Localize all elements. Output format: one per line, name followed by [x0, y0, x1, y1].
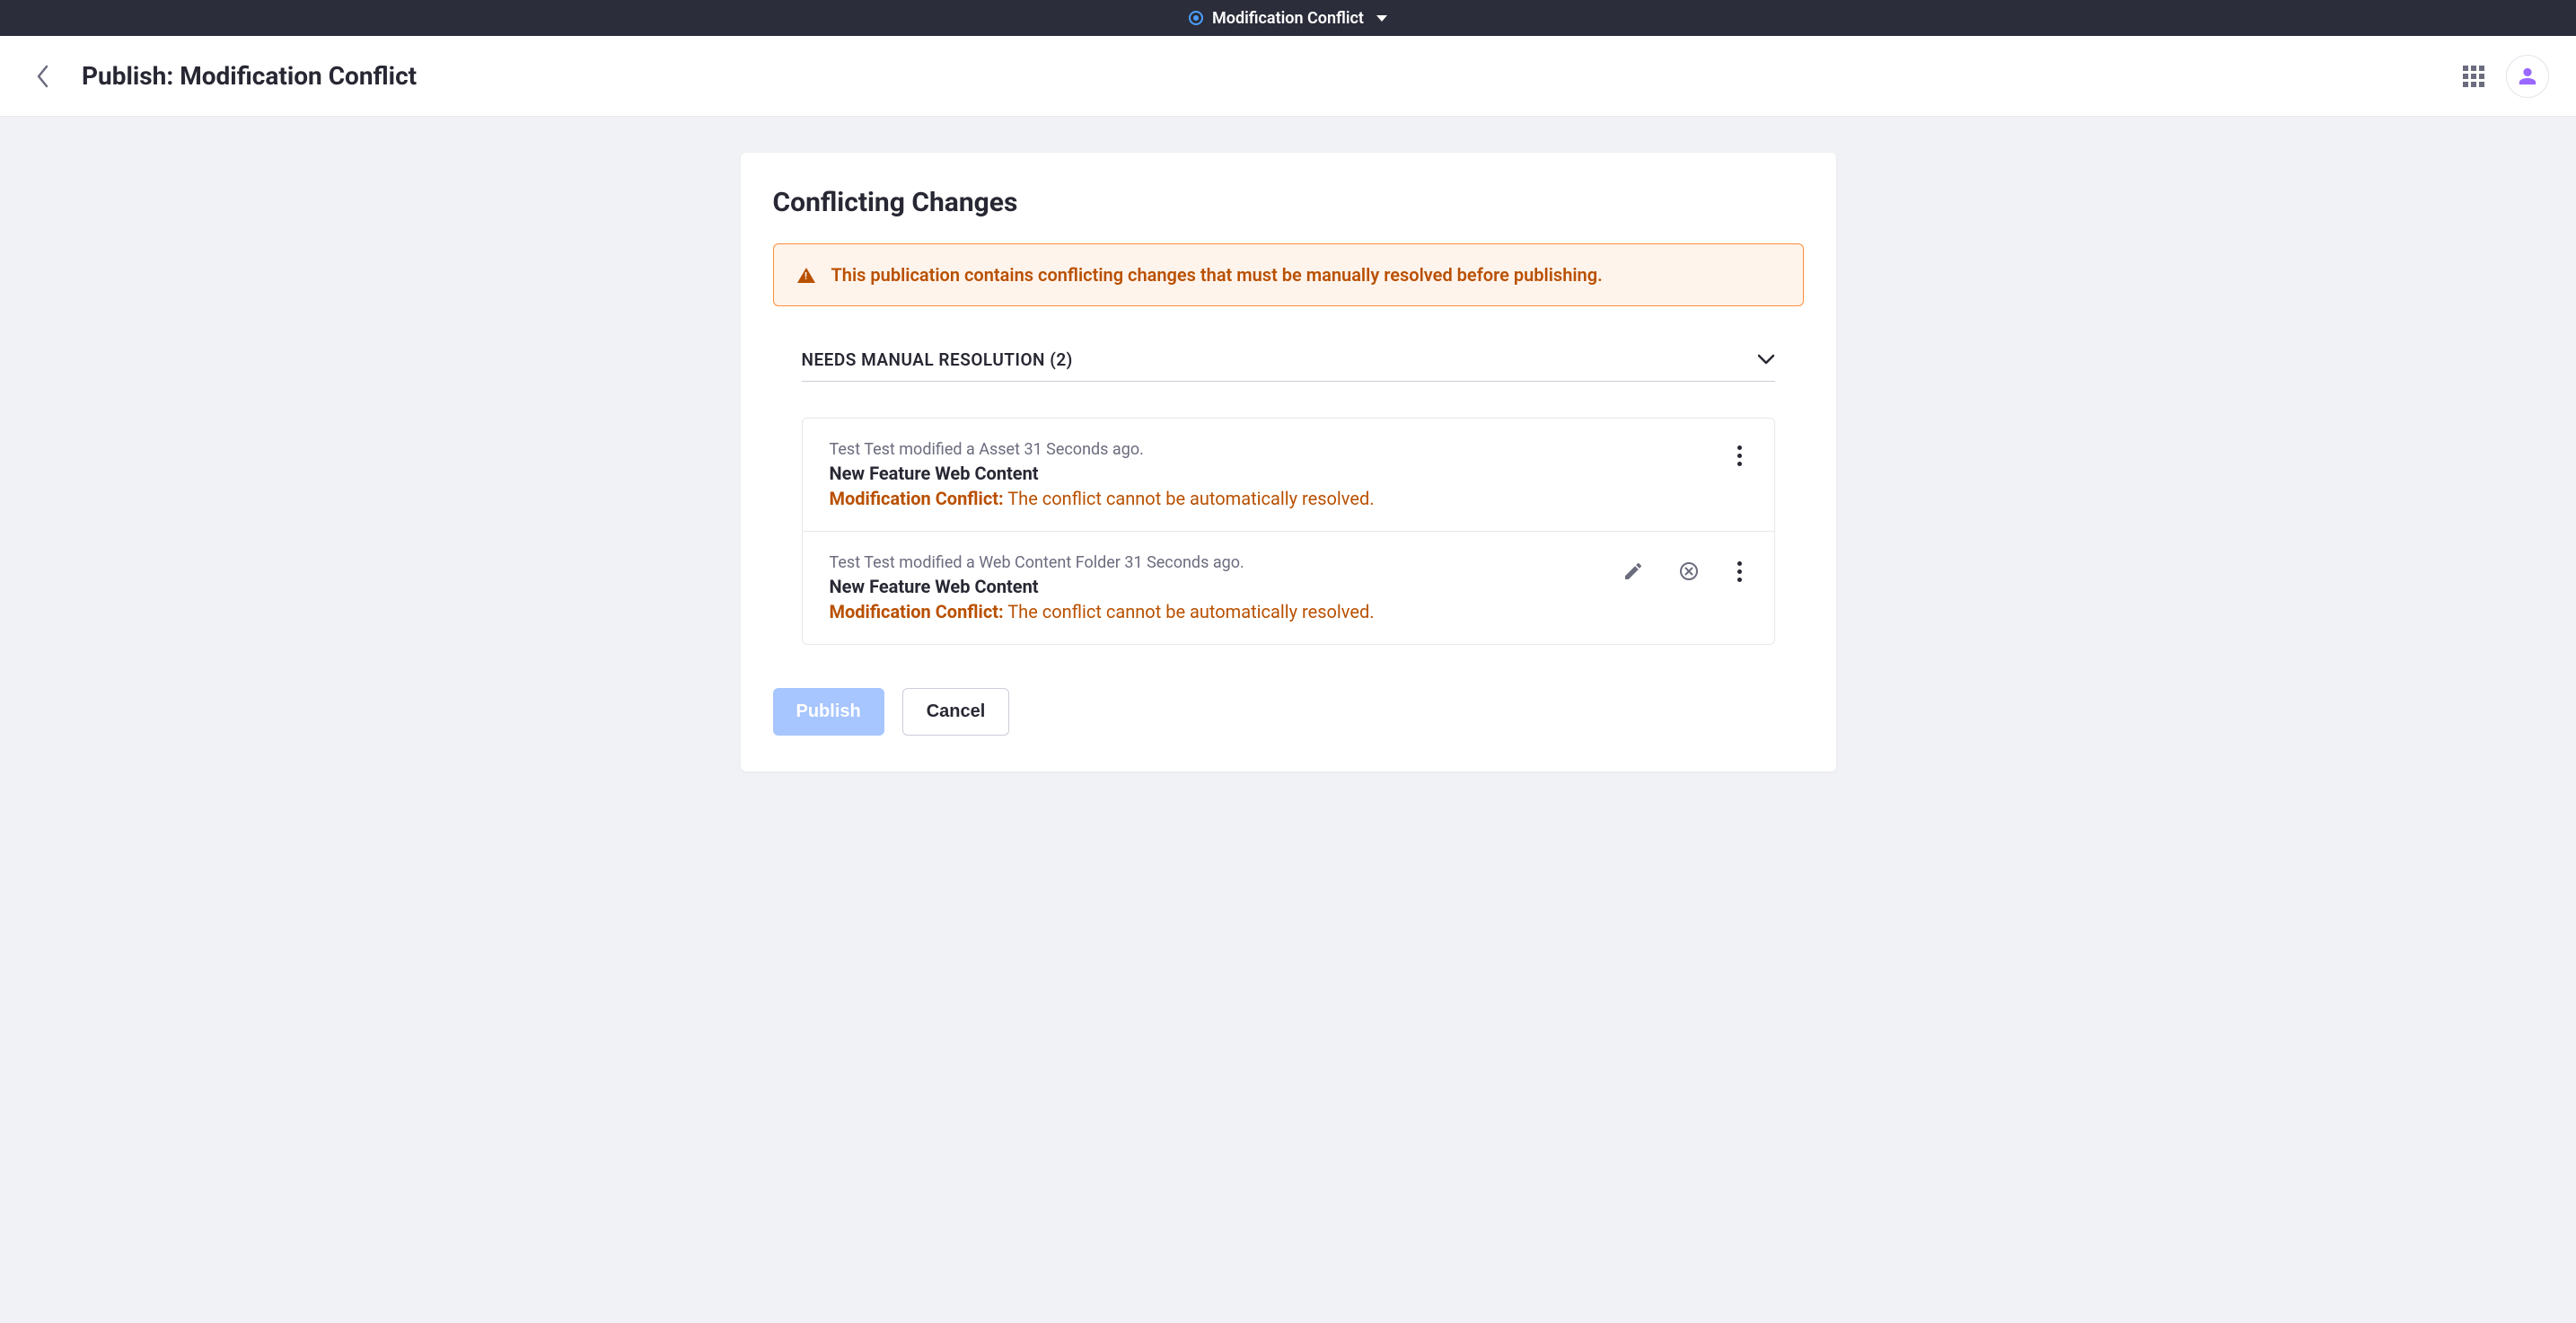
- conflict-actions: [1732, 440, 1747, 466]
- user-avatar[interactable]: [2506, 55, 2549, 98]
- conflict-list: Test Test modified a Asset 31 Seconds ag…: [802, 418, 1775, 645]
- conflict-status-label: Modification Conflict:: [830, 488, 1004, 509]
- conflict-item: Test Test modified a Web Content Folder …: [803, 531, 1774, 644]
- user-icon: [2518, 66, 2537, 86]
- chevron-left-icon: [36, 65, 50, 88]
- pencil-icon: [1622, 560, 1644, 582]
- back-button[interactable]: [27, 60, 59, 93]
- conflicts-card: Conflicting Changes This publication con…: [741, 153, 1836, 772]
- section-header-toggle[interactable]: NEEDS MANUAL RESOLUTION (2): [802, 349, 1775, 382]
- conflict-status-label: Modification Conflict:: [830, 601, 1004, 622]
- conflict-status-desc: The conflict cannot be automatically res…: [1004, 601, 1375, 622]
- caret-down-icon[interactable]: [1376, 15, 1387, 22]
- radio-icon: [1189, 11, 1203, 25]
- conflict-text: Test Test modified a Web Content Folder …: [830, 553, 1375, 622]
- page-header-right: [2463, 55, 2549, 98]
- manual-resolution-section: NEEDS MANUAL RESOLUTION (2) Test Test mo…: [773, 349, 1804, 645]
- conflict-item: Test Test modified a Asset 31 Seconds ag…: [803, 419, 1774, 531]
- warning-icon: [797, 268, 815, 283]
- main-area: Conflicting Changes This publication con…: [0, 117, 2576, 807]
- footer-actions: Publish Cancel: [773, 688, 1804, 736]
- conflict-status: Modification Conflict: The conflict cann…: [830, 488, 1375, 509]
- apps-grid-icon[interactable]: [2463, 66, 2484, 87]
- conflict-meta: Test Test modified a Asset 31 Seconds ag…: [830, 440, 1375, 459]
- chevron-down-icon: [1757, 351, 1775, 368]
- card-title: Conflicting Changes: [773, 187, 1804, 218]
- more-actions-button[interactable]: [1732, 445, 1747, 466]
- context-label[interactable]: Modification Conflict: [1212, 9, 1364, 28]
- top-context-bar: Modification Conflict: [0, 0, 2576, 36]
- warning-message: This publication contains conflicting ch…: [831, 264, 1603, 286]
- more-actions-button[interactable]: [1732, 561, 1747, 582]
- conflict-status: Modification Conflict: The conflict cann…: [830, 601, 1375, 622]
- page-header-left: Publish: Modification Conflict: [27, 60, 417, 93]
- section-title: NEEDS MANUAL RESOLUTION (2): [802, 349, 1073, 370]
- publish-button[interactable]: Publish: [773, 688, 884, 736]
- discard-button[interactable]: [1676, 559, 1701, 584]
- edit-button[interactable]: [1621, 559, 1646, 584]
- page-title: Publish: Modification Conflict: [82, 61, 417, 91]
- cancel-button[interactable]: Cancel: [902, 688, 1010, 736]
- conflict-title: New Feature Web Content: [830, 576, 1375, 597]
- page-header: Publish: Modification Conflict: [0, 36, 2576, 117]
- conflict-status-desc: The conflict cannot be automatically res…: [1004, 488, 1375, 509]
- cancel-circle-icon: [1678, 560, 1700, 582]
- conflict-meta: Test Test modified a Web Content Folder …: [830, 553, 1375, 572]
- conflict-actions: [1621, 553, 1747, 584]
- warning-alert: This publication contains conflicting ch…: [773, 243, 1804, 306]
- conflict-title: New Feature Web Content: [830, 463, 1375, 484]
- conflict-text: Test Test modified a Asset 31 Seconds ag…: [830, 440, 1375, 509]
